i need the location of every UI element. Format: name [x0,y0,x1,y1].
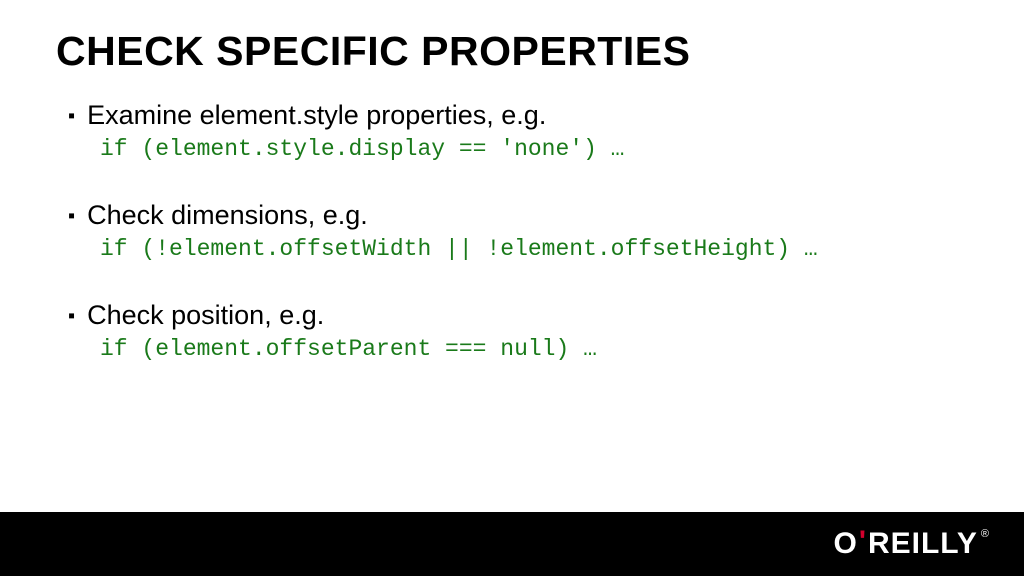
logo-registered-icon: ® [981,528,990,540]
bullet-marker-icon: ▪ [68,99,75,133]
footer-bar: O'REILLY® [0,512,1024,576]
bullet-item: ▪ Check dimensions, e.g. if (!element.of… [68,199,968,265]
code-snippet: if (element.style.display == 'none') … [100,135,968,165]
bullet-row: ▪ Check position, e.g. [68,299,968,333]
slide-title: CHECK SPECIFIC PROPERTIES [56,28,968,75]
logo-part2: REILLY [868,527,978,561]
bullet-marker-icon: ▪ [68,199,75,233]
code-snippet: if (!element.offsetWidth || !element.off… [100,235,968,265]
bullet-item: ▪ Check position, e.g. if (element.offse… [68,299,968,365]
slide-content: CHECK SPECIFIC PROPERTIES ▪ Examine elem… [0,0,1024,365]
bullet-row: ▪ Examine element.style properties, e.g. [68,99,968,133]
bullet-row: ▪ Check dimensions, e.g. [68,199,968,233]
bullet-marker-icon: ▪ [68,299,75,333]
bullet-text: Check dimensions, e.g. [87,199,368,233]
code-snippet: if (element.offsetParent === null) … [100,335,968,365]
bullet-list: ▪ Examine element.style properties, e.g.… [56,99,968,365]
oreilly-logo: O'REILLY® [833,527,990,561]
bullet-item: ▪ Examine element.style properties, e.g.… [68,99,968,165]
bullet-text: Check position, e.g. [87,299,324,333]
bullet-text: Examine element.style properties, e.g. [87,99,546,133]
logo-apostrophe: ' [859,525,867,559]
logo-part1: O [833,527,857,561]
